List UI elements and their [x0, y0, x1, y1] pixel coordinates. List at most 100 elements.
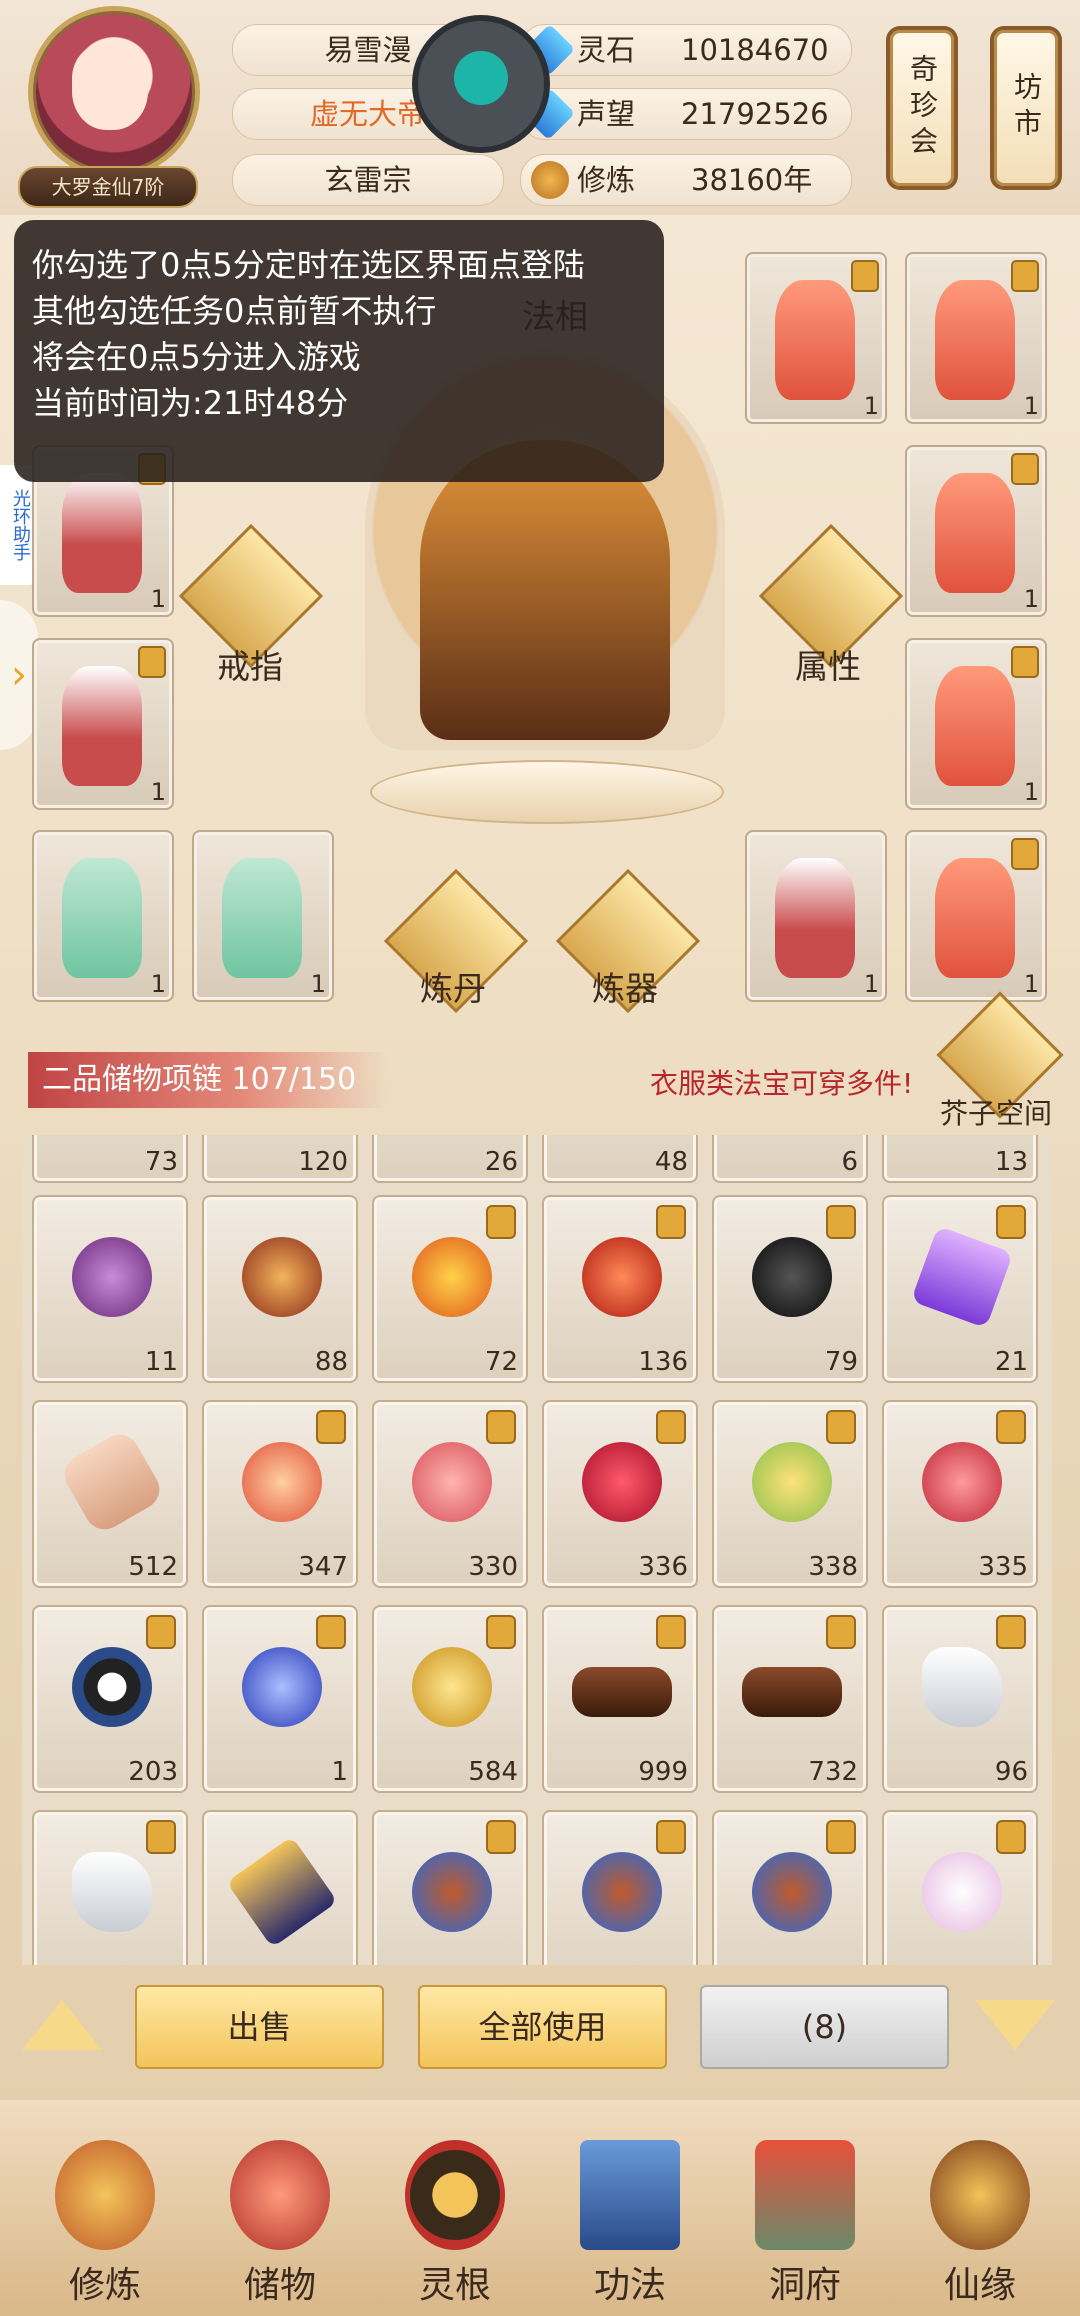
pavilion-icon: [755, 2140, 855, 2250]
scroll-up-icon[interactable]: [22, 2000, 102, 2050]
inventory-cell[interactable]: 136: [542, 1195, 698, 1383]
inventory-cell[interactable]: 21: [882, 1195, 1038, 1383]
inventory-cell[interactable]: 336: [542, 1400, 698, 1588]
lock-icon: [826, 1820, 856, 1854]
inventory-cell[interactable]: 26: [372, 1135, 528, 1183]
inventory-cell[interactable]: [202, 1810, 358, 1965]
inventory-cell[interactable]: 512: [32, 1400, 188, 1588]
lock-icon: [138, 646, 166, 678]
quantity-field[interactable]: (8): [700, 1985, 949, 2069]
lock-icon: [146, 1615, 176, 1649]
wifi-icon: [454, 51, 508, 105]
player-sect: 玄雷宗: [232, 154, 504, 206]
fire-vine-icon: [752, 1852, 832, 1932]
berries-icon: [412, 1442, 492, 1522]
nav-skills[interactable]: 功法: [555, 2120, 705, 2310]
inventory-cell[interactable]: 120: [202, 1135, 358, 1183]
inventory-cell[interactable]: 330: [372, 1400, 528, 1588]
equip-slot[interactable]: 1: [905, 252, 1047, 424]
inventory-cell[interactable]: 48: [542, 1135, 698, 1183]
sell-button[interactable]: 出售: [135, 1985, 384, 2069]
inventory-cell[interactable]: 72: [372, 1195, 528, 1383]
lotus-fruit-icon: [752, 1442, 832, 1522]
treasure-button[interactable]: 奇珍会: [890, 30, 954, 186]
lock-icon: [316, 1615, 346, 1649]
equip-slot[interactable]: 1: [905, 638, 1047, 810]
lock-icon: [656, 1410, 686, 1444]
nav-cultivate[interactable]: 修炼: [30, 2120, 180, 2310]
bag-notice: 衣服类法宝可穿多件!: [650, 1067, 914, 1100]
orange-orb-icon: [412, 1237, 492, 1317]
space-label: 芥子空间: [940, 1097, 1053, 1130]
peach-icon: [242, 1442, 322, 1522]
lock-icon: [826, 1615, 856, 1649]
equip-slot[interactable]: 1: [745, 252, 887, 424]
inventory-cell[interactable]: 88: [202, 1195, 358, 1383]
inventory-cell[interactable]: 11: [32, 1195, 188, 1383]
inventory-cell[interactable]: [712, 1810, 868, 1965]
monk-icon: [55, 2140, 155, 2250]
equip-slot[interactable]: 1: [905, 830, 1047, 1002]
inventory-cell[interactable]: 13: [882, 1135, 1038, 1183]
inventory-cell[interactable]: 335: [882, 1400, 1038, 1588]
blue-flower-icon: [242, 1647, 322, 1727]
equip-slot[interactable]: 1: [905, 445, 1047, 617]
nav-fate[interactable]: 仙缘: [905, 2120, 1055, 2310]
inventory-cell[interactable]: 6: [712, 1135, 868, 1183]
overlay-line: 将会在0点5分进入游戏: [32, 338, 361, 376]
equip-slot[interactable]: 1: [192, 830, 334, 1002]
inventory-cell[interactable]: 73: [32, 1135, 188, 1183]
golden-herb-icon: [412, 1647, 492, 1727]
scroll-icon: [57, 1427, 167, 1537]
inventory-cell[interactable]: 584: [372, 1605, 528, 1793]
inventory-cell[interactable]: 1: [202, 1605, 358, 1793]
black-orb-icon: [752, 1237, 832, 1317]
market-button[interactable]: 坊市: [994, 30, 1058, 186]
fire-vine-icon: [412, 1852, 492, 1932]
white-stone-icon: [72, 1852, 152, 1932]
equip-slot[interactable]: 1: [32, 830, 174, 1002]
alchemy-label: 炼丹: [420, 969, 486, 1008]
avatar-face: [72, 44, 148, 130]
spirit-stone-stat: 灵石 10184670: [520, 23, 852, 77]
book-icon: [580, 2140, 680, 2250]
nav-spirit-root[interactable]: 灵根: [380, 2120, 530, 2310]
talisman-icon: [226, 1836, 338, 1948]
attributes-label: 属性: [795, 647, 861, 686]
red-orb-icon: [582, 1237, 662, 1317]
inventory-cell[interactable]: [372, 1810, 528, 1965]
overlay-line: 其他勾选任务0点前暂不执行: [32, 292, 437, 330]
inventory-cell[interactable]: [542, 1810, 698, 1965]
inventory-cell[interactable]: 732: [712, 1605, 868, 1793]
meditation-icon: [531, 161, 569, 199]
wifi-float-button[interactable]: [412, 15, 550, 153]
inventory-cell[interactable]: 999: [542, 1605, 698, 1793]
inventory-cell[interactable]: [32, 1810, 188, 1965]
lock-icon: [826, 1410, 856, 1444]
lock-icon: [1011, 453, 1039, 485]
nav-storage[interactable]: 储物: [205, 2120, 355, 2310]
gourd-icon: [930, 2140, 1030, 2250]
raspberry-icon: [582, 1442, 662, 1522]
lock-icon: [826, 1205, 856, 1239]
inventory-cell[interactable]: 96: [882, 1605, 1038, 1793]
spirit-root-icon: [405, 2140, 505, 2250]
equip-slot[interactable]: 1: [32, 638, 174, 810]
inventory-cell[interactable]: [882, 1810, 1038, 1965]
nav-cave[interactable]: 洞府: [730, 2120, 880, 2310]
white-lily-icon: [922, 1852, 1002, 1932]
inventory-cell[interactable]: 203: [32, 1605, 188, 1793]
use-all-button[interactable]: 全部使用: [418, 1985, 667, 2069]
lock-icon: [486, 1615, 516, 1649]
inventory-cell[interactable]: 338: [712, 1400, 868, 1588]
lock-icon: [146, 1820, 176, 1854]
lock-icon: [1011, 260, 1039, 292]
purple-tree-icon: [72, 1237, 152, 1317]
inventory-cell[interactable]: 79: [712, 1195, 868, 1383]
inventory-cell[interactable]: 347: [202, 1400, 358, 1588]
scroll-down-icon[interactable]: [975, 2000, 1055, 2050]
refining-label: 炼器: [592, 969, 658, 1008]
lock-icon: [486, 1205, 516, 1239]
equip-slot[interactable]: 1: [745, 830, 887, 1002]
inventory-grid: 73 120 26 48 6 13 11 88 72 136 79 21 512…: [22, 1135, 1052, 1965]
